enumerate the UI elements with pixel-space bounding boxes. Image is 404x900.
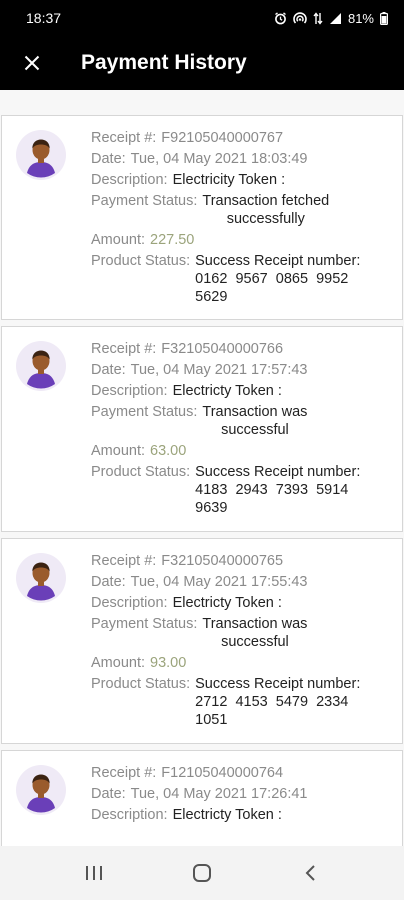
receipt-token-end: 1051 <box>195 712 228 728</box>
avatar-icon <box>16 553 66 603</box>
payment-status-value: Transaction was successful <box>202 615 307 651</box>
page-title: Payment History <box>81 51 247 74</box>
receipt-label: Receipt #: <box>91 130 157 146</box>
avatar-icon <box>16 765 66 815</box>
status-time: 18:37 <box>26 10 62 26</box>
app-bar: Payment History <box>0 36 404 90</box>
payment-status-label: Payment Status: <box>91 193 198 209</box>
payment-date: Tue, 04 May 2021 18:03:49 <box>130 151 308 167</box>
date-label: Date: <box>91 786 126 802</box>
back-icon <box>305 865 315 881</box>
receipt-token: 2712 4153 5479 2334 <box>195 694 349 710</box>
alarm-icon <box>275 11 286 24</box>
payment-status-line: Transaction was <box>202 616 308 632</box>
status-icons: 81% <box>274 11 388 26</box>
payment-description: Electricty Token : <box>172 383 282 399</box>
payment-history-list[interactable]: Receipt #: F92105040000767 Date: Tue, 04 M… <box>0 90 404 846</box>
home-icon <box>193 864 211 882</box>
date-label: Date: <box>91 362 126 378</box>
payment-date: Tue, 04 May 2021 17:57:43 <box>130 362 308 378</box>
payment-card[interactable]: Receipt #: F32105040000765 Date: Tue, 04 M… <box>1 538 403 744</box>
payment-status-line: Transaction was <box>202 404 308 420</box>
payment-status-line: successful <box>221 422 289 438</box>
amount-label: Amount: <box>91 232 145 248</box>
receipt-number: F32105040000765 <box>161 553 284 569</box>
payment-details: Receipt #: F32105040000766 Date: Tue, 04 M… <box>91 340 394 520</box>
payment-description: Electricity Token : <box>172 172 286 188</box>
data-arrows-icon <box>313 11 323 25</box>
product-status-label: Product Status: <box>91 253 191 269</box>
receipt-token-end: 9639 <box>195 500 228 516</box>
payment-card[interactable]: Receipt #: F92105040000767 Date: Tue, 04 M… <box>1 115 403 320</box>
product-status-label: Product Status: <box>91 464 191 480</box>
receipt-number: F32105040000766 <box>161 341 284 357</box>
signal-icon <box>329 12 341 24</box>
payment-details: Receipt #: F92105040000767 Date: Tue, 04 M… <box>91 129 394 309</box>
receipt-token: 4183 2943 7393 5914 <box>195 482 349 498</box>
payment-card[interactable]: Receipt #: F12105040000764 Date: Tue, 04 M… <box>1 750 403 846</box>
payment-date: Tue, 04 May 2021 17:26:41 <box>130 786 308 802</box>
product-status-line: Success Receipt number: <box>195 676 361 692</box>
receipt-token-end: 5629 <box>195 289 228 305</box>
payment-amount: 63.00 <box>150 443 187 459</box>
payment-status-line: Transaction fetched <box>202 193 330 209</box>
close-button[interactable] <box>0 36 64 90</box>
receipt-token: 0162 9567 0865 9952 <box>195 271 349 287</box>
amount-label: Amount: <box>91 655 145 671</box>
receipt-label: Receipt #: <box>91 765 157 781</box>
battery-percent: 81% <box>347 10 374 26</box>
status-bar: 18:37 81% <box>0 0 404 36</box>
payment-details: Receipt #: F12105040000764 Date: Tue, 04 M… <box>91 764 394 827</box>
payment-description: Electricty Token : <box>172 595 282 611</box>
payment-details: Receipt #: F32105040000765 Date: Tue, 04 M… <box>91 552 394 732</box>
payment-status-label: Payment Status: <box>91 404 198 420</box>
payment-amount: 227.50 <box>150 232 195 248</box>
avatar-icon <box>16 341 66 391</box>
close-icon <box>24 55 40 71</box>
payment-amount: 93.00 <box>150 655 187 671</box>
receipt-number: F92105040000767 <box>161 130 284 146</box>
receipt-number: F12105040000764 <box>161 765 284 781</box>
payment-description: Electricty Token : <box>172 807 282 823</box>
amount-label: Amount: <box>91 443 145 459</box>
battery-icon <box>380 11 388 25</box>
product-status-value: Success Receipt number: 2712 4153 5479 23… <box>195 675 360 729</box>
product-status-value: Success Receipt number: 4183 2943 7393 59… <box>195 463 360 517</box>
product-status-line: Success Receipt number: <box>195 253 361 269</box>
product-status-line: Success Receipt number: <box>195 464 361 480</box>
avatar-icon <box>16 130 66 180</box>
payment-status-value: Transaction fetched successfully <box>202 192 329 228</box>
payment-status-line: successful <box>221 634 289 650</box>
description-label: Description: <box>91 807 168 823</box>
recents-button[interactable] <box>64 853 124 893</box>
product-status-label: Product Status: <box>91 676 191 692</box>
payment-card[interactable]: Receipt #: F32105040000766 Date: Tue, 04 M… <box>1 326 403 532</box>
payment-status-value: Transaction was successful <box>202 403 307 439</box>
description-label: Description: <box>91 172 168 188</box>
payment-status-line: successfully <box>226 211 305 227</box>
receipt-label: Receipt #: <box>91 341 157 357</box>
hotspot-icon <box>293 11 307 24</box>
back-button[interactable] <box>280 853 340 893</box>
recents-icon <box>86 866 102 880</box>
receipt-label: Receipt #: <box>91 553 157 569</box>
description-label: Description: <box>91 595 168 611</box>
payment-status-label: Payment Status: <box>91 616 198 632</box>
home-button[interactable] <box>172 853 232 893</box>
product-status-value: Success Receipt number: 0162 9567 0865 99… <box>195 252 360 306</box>
system-nav-bar <box>0 846 404 900</box>
date-label: Date: <box>91 151 126 167</box>
description-label: Description: <box>91 383 168 399</box>
payment-date: Tue, 04 May 2021 17:55:43 <box>130 574 308 590</box>
date-label: Date: <box>91 574 126 590</box>
